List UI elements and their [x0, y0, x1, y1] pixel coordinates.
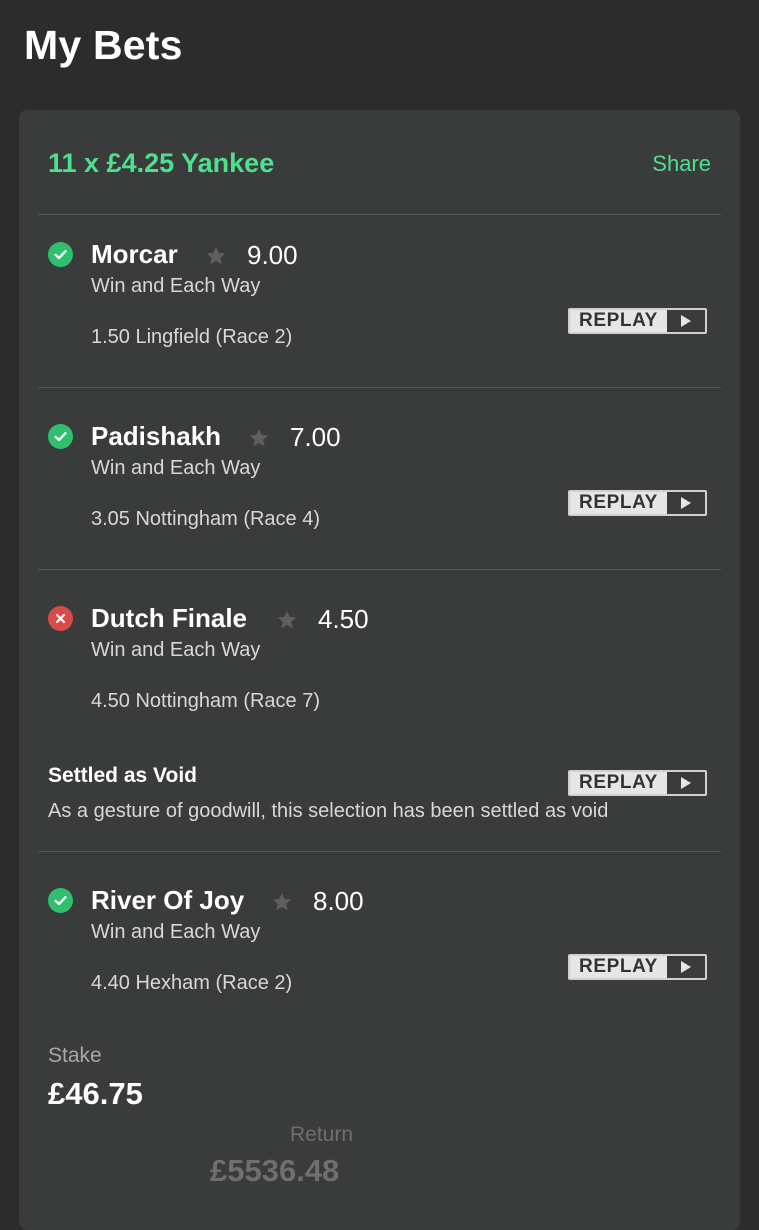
play-icon — [667, 772, 705, 794]
bet-title: 11 x £4.25 Yankee — [48, 148, 275, 178]
bet-card-header: 11 x £4.25 Yankee Share — [19, 110, 740, 215]
bet-card: 11 x £4.25 Yankee Share Morcar 9.00 Win … — [19, 110, 740, 1230]
stake-value: £46.75 — [48, 1076, 143, 1111]
star-icon[interactable] — [276, 609, 298, 631]
replay-label: REPLAY — [570, 772, 667, 794]
runner-name: Morcar — [91, 239, 178, 269]
selection-dutch-finale: Dutch Finale 4.50 Win and Each Way 4.50 … — [19, 570, 740, 851]
star-icon[interactable] — [248, 427, 270, 449]
share-link[interactable]: Share — [652, 151, 711, 177]
odds-value: 7.00 — [290, 422, 341, 452]
play-icon — [667, 492, 705, 514]
selection-morcar: Morcar 9.00 Win and Each Way 1.50 Lingfi… — [19, 215, 740, 387]
star-icon[interactable] — [271, 891, 293, 913]
selection-river-of-joy: River Of Joy 8.00 Win and Each Way 4.40 … — [19, 852, 740, 1022]
x-circle-icon — [48, 606, 73, 631]
return-value: £5536.48 — [210, 1153, 340, 1188]
race-label: 1.50 Lingfield (Race 2) — [91, 326, 293, 348]
void-message: As a gesture of goodwill, this selection… — [48, 800, 609, 822]
market-label: Win and Each Way — [91, 639, 261, 661]
race-label: 3.05 Nottingham (Race 4) — [91, 508, 321, 530]
replay-label: REPLAY — [570, 310, 667, 332]
odds-value: 8.00 — [313, 886, 364, 916]
race-label: 4.50 Nottingham (Race 7) — [91, 690, 321, 712]
runner-name: Dutch Finale — [91, 603, 248, 633]
runner-name: Padishakh — [91, 421, 222, 451]
replay-label: REPLAY — [570, 956, 667, 978]
odds-value: 9.00 — [247, 240, 298, 270]
market-label: Win and Each Way — [91, 275, 261, 297]
star-icon[interactable] — [205, 245, 227, 267]
market-label: Win and Each Way — [91, 921, 261, 943]
odds-value: 4.50 — [318, 604, 369, 634]
play-icon — [667, 956, 705, 978]
stake-label: Stake — [48, 1044, 102, 1067]
play-icon — [667, 310, 705, 332]
check-circle-icon — [48, 242, 73, 267]
page-title: My Bets — [24, 22, 183, 68]
void-title: Settled as Void — [48, 764, 197, 787]
market-label: Win and Each Way — [91, 457, 261, 479]
replay-label: REPLAY — [570, 492, 667, 514]
race-label: 4.40 Hexham (Race 2) — [91, 972, 293, 994]
replay-button[interactable]: REPLAY — [568, 954, 707, 980]
return-label: Return — [290, 1123, 354, 1146]
runner-name: River Of Joy — [91, 885, 245, 915]
check-circle-icon — [48, 888, 73, 913]
selection-padishakh: Padishakh 7.00 Win and Each Way 3.05 Not… — [19, 388, 740, 569]
check-circle-icon — [48, 424, 73, 449]
replay-button[interactable]: REPLAY — [568, 490, 707, 516]
replay-button[interactable]: REPLAY — [568, 308, 707, 334]
replay-button[interactable]: REPLAY — [568, 770, 707, 796]
